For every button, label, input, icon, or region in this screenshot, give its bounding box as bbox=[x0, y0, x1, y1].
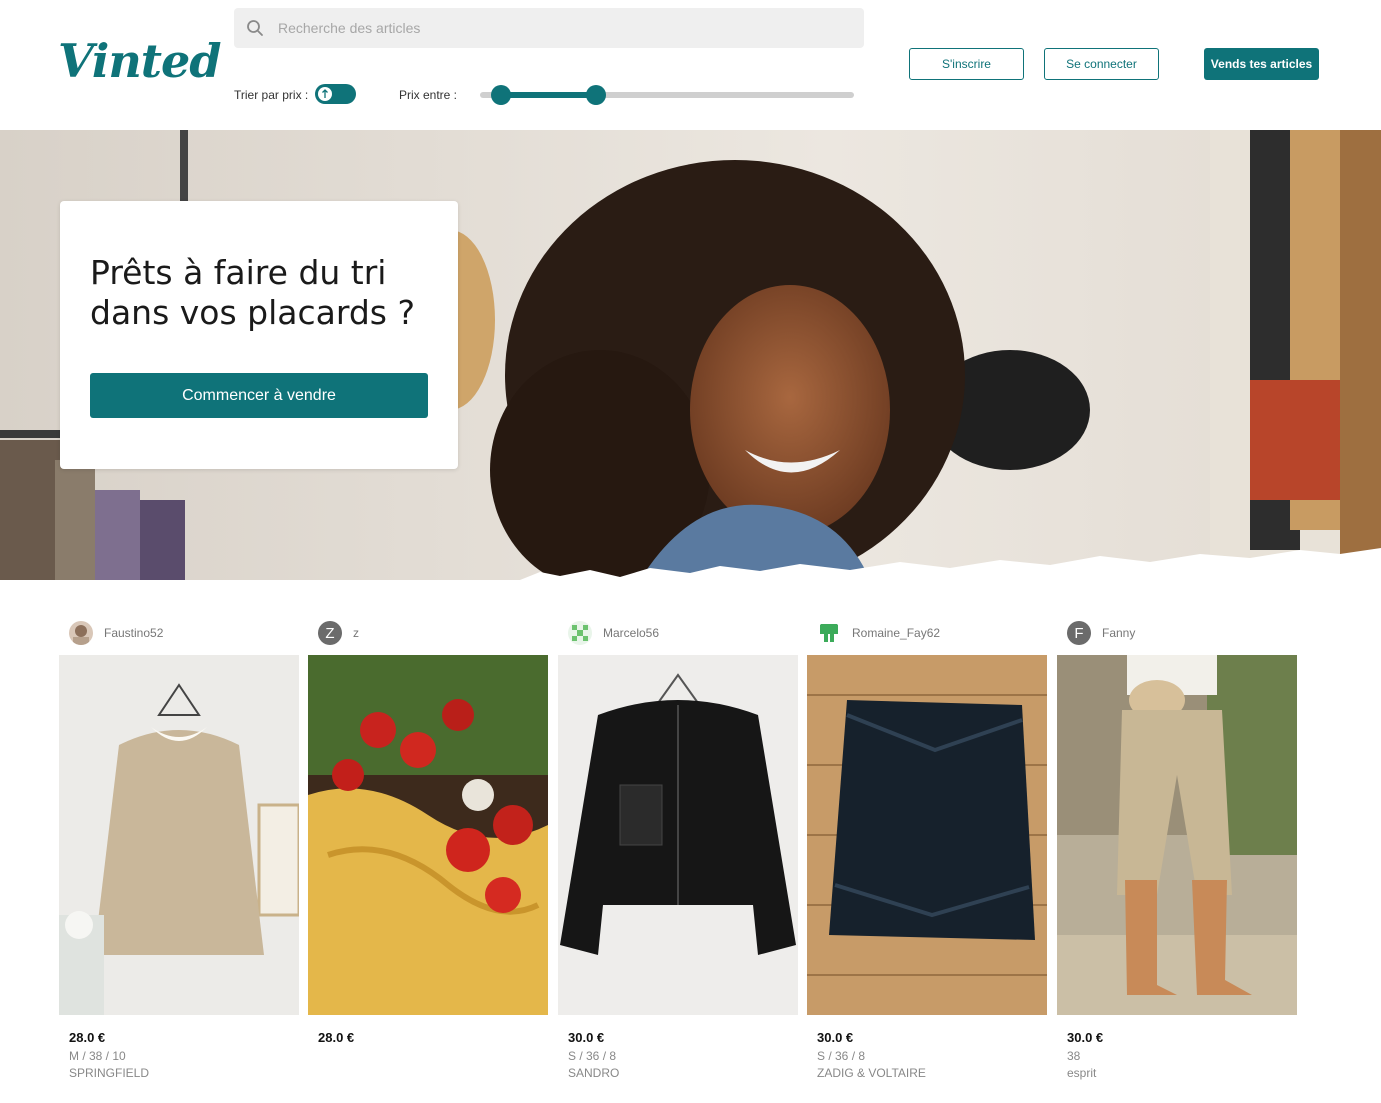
sort-by-price-toggle[interactable] bbox=[315, 84, 356, 104]
product-size: M / 38 / 10 bbox=[69, 1049, 126, 1063]
product-photo[interactable] bbox=[59, 655, 299, 1015]
seller-avatar bbox=[69, 621, 93, 645]
seller-avatar: F bbox=[1067, 621, 1091, 645]
seller-name: Faustino52 bbox=[104, 626, 164, 640]
toggle-knob bbox=[318, 87, 332, 101]
price-range-fill bbox=[500, 92, 597, 98]
price-min-handle[interactable] bbox=[490, 85, 511, 105]
hero-headline: Prêts à faire du tri dans vos placards ? bbox=[90, 253, 416, 332]
top-header: Vinted Trier par prix : Prix entre : S'i… bbox=[0, 0, 1381, 130]
product-photo[interactable] bbox=[1057, 655, 1297, 1015]
hero-banner: Prêts à faire du tri dans vos placards ?… bbox=[0, 130, 1381, 580]
product-brand: SANDRO bbox=[568, 1066, 620, 1080]
product-price: 30.0 € bbox=[817, 1030, 854, 1045]
seller-info[interactable]: Faustino52 bbox=[69, 620, 163, 646]
price-range-label: Prix entre : bbox=[399, 88, 458, 102]
sort-by-price-label: Trier par prix : bbox=[234, 88, 309, 102]
start-selling-button[interactable]: Commencer à vendre bbox=[90, 373, 428, 418]
vinted-logo[interactable]: Vinted bbox=[58, 34, 221, 88]
seller-info[interactable]: F Fanny bbox=[1067, 620, 1135, 646]
product-brand: ZADIG & VOLTAIRE bbox=[817, 1066, 926, 1080]
product-brand: esprit bbox=[1067, 1066, 1097, 1080]
seller-avatar bbox=[817, 621, 841, 645]
product-price: 30.0 € bbox=[1067, 1030, 1104, 1045]
seller-info[interactable]: Romaine_Fay62 bbox=[817, 620, 940, 646]
seller-name: Romaine_Fay62 bbox=[852, 626, 941, 640]
product-brand: SPRINGFIELD bbox=[69, 1066, 150, 1080]
signup-button[interactable]: S'inscrire bbox=[909, 48, 1024, 80]
search-bar[interactable] bbox=[234, 8, 864, 48]
product-size: S / 36 / 8 bbox=[817, 1049, 866, 1063]
seller-info[interactable]: Z z bbox=[318, 620, 359, 646]
search-input[interactable] bbox=[278, 8, 848, 48]
seller-name: Fanny bbox=[1102, 626, 1136, 640]
seller-avatar: Z bbox=[318, 621, 342, 645]
product-price: 28.0 € bbox=[69, 1030, 106, 1045]
promo-card: Prêts à faire du tri dans vos placards ?… bbox=[60, 201, 458, 469]
product-price: 28.0 € bbox=[318, 1030, 355, 1045]
seller-name: Marcelo56 bbox=[603, 626, 660, 640]
seller-info[interactable]: Marcelo56 bbox=[568, 620, 659, 646]
login-button[interactable]: Se connecter bbox=[1044, 48, 1159, 80]
product-photo[interactable] bbox=[308, 655, 548, 1015]
price-max-handle[interactable] bbox=[586, 85, 607, 105]
arrow-up-icon bbox=[322, 89, 328, 98]
price-range-slider[interactable] bbox=[480, 85, 854, 105]
product-size: S / 36 / 8 bbox=[568, 1049, 617, 1063]
search-icon bbox=[247, 20, 263, 36]
product-photo[interactable] bbox=[558, 655, 798, 1015]
sell-items-button[interactable]: Vends tes articles bbox=[1204, 48, 1319, 80]
product-price: 30.0 € bbox=[568, 1030, 605, 1045]
seller-avatar bbox=[568, 621, 592, 645]
product-photo[interactable] bbox=[807, 655, 1047, 1015]
product-size: 38 bbox=[1067, 1049, 1081, 1063]
seller-name: z bbox=[353, 626, 359, 640]
